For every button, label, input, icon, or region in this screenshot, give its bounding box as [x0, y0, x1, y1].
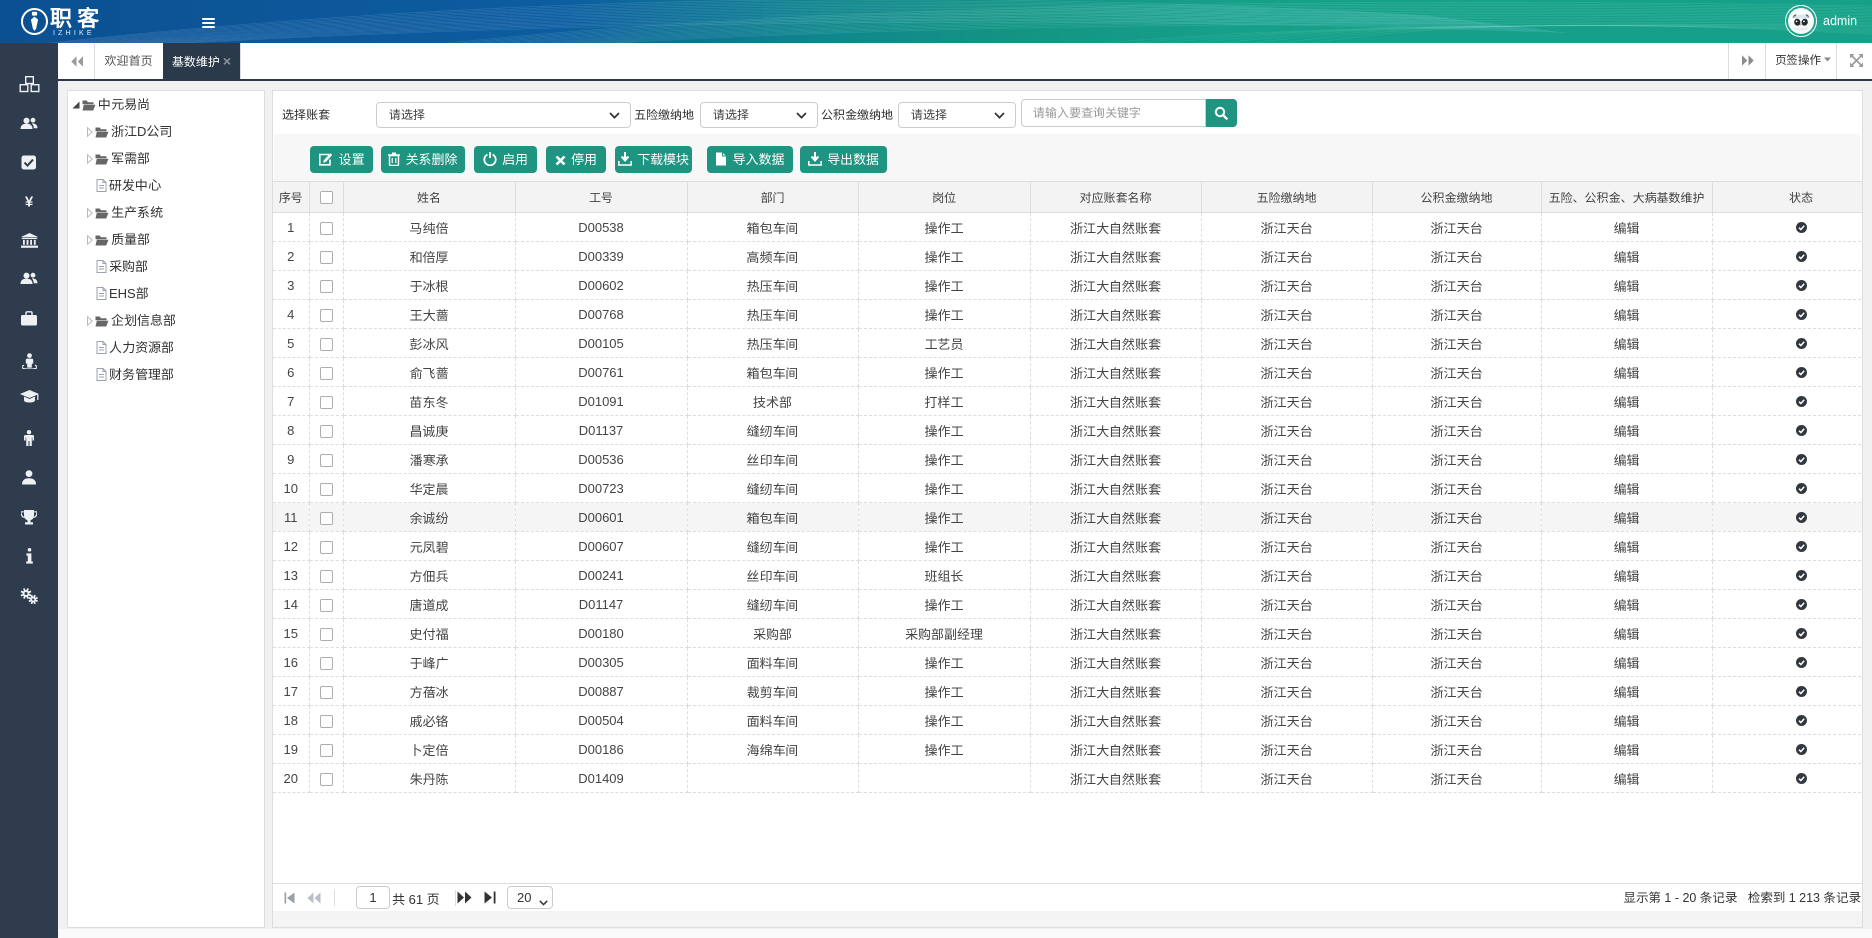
svg-text:¥: ¥: [25, 194, 34, 210]
